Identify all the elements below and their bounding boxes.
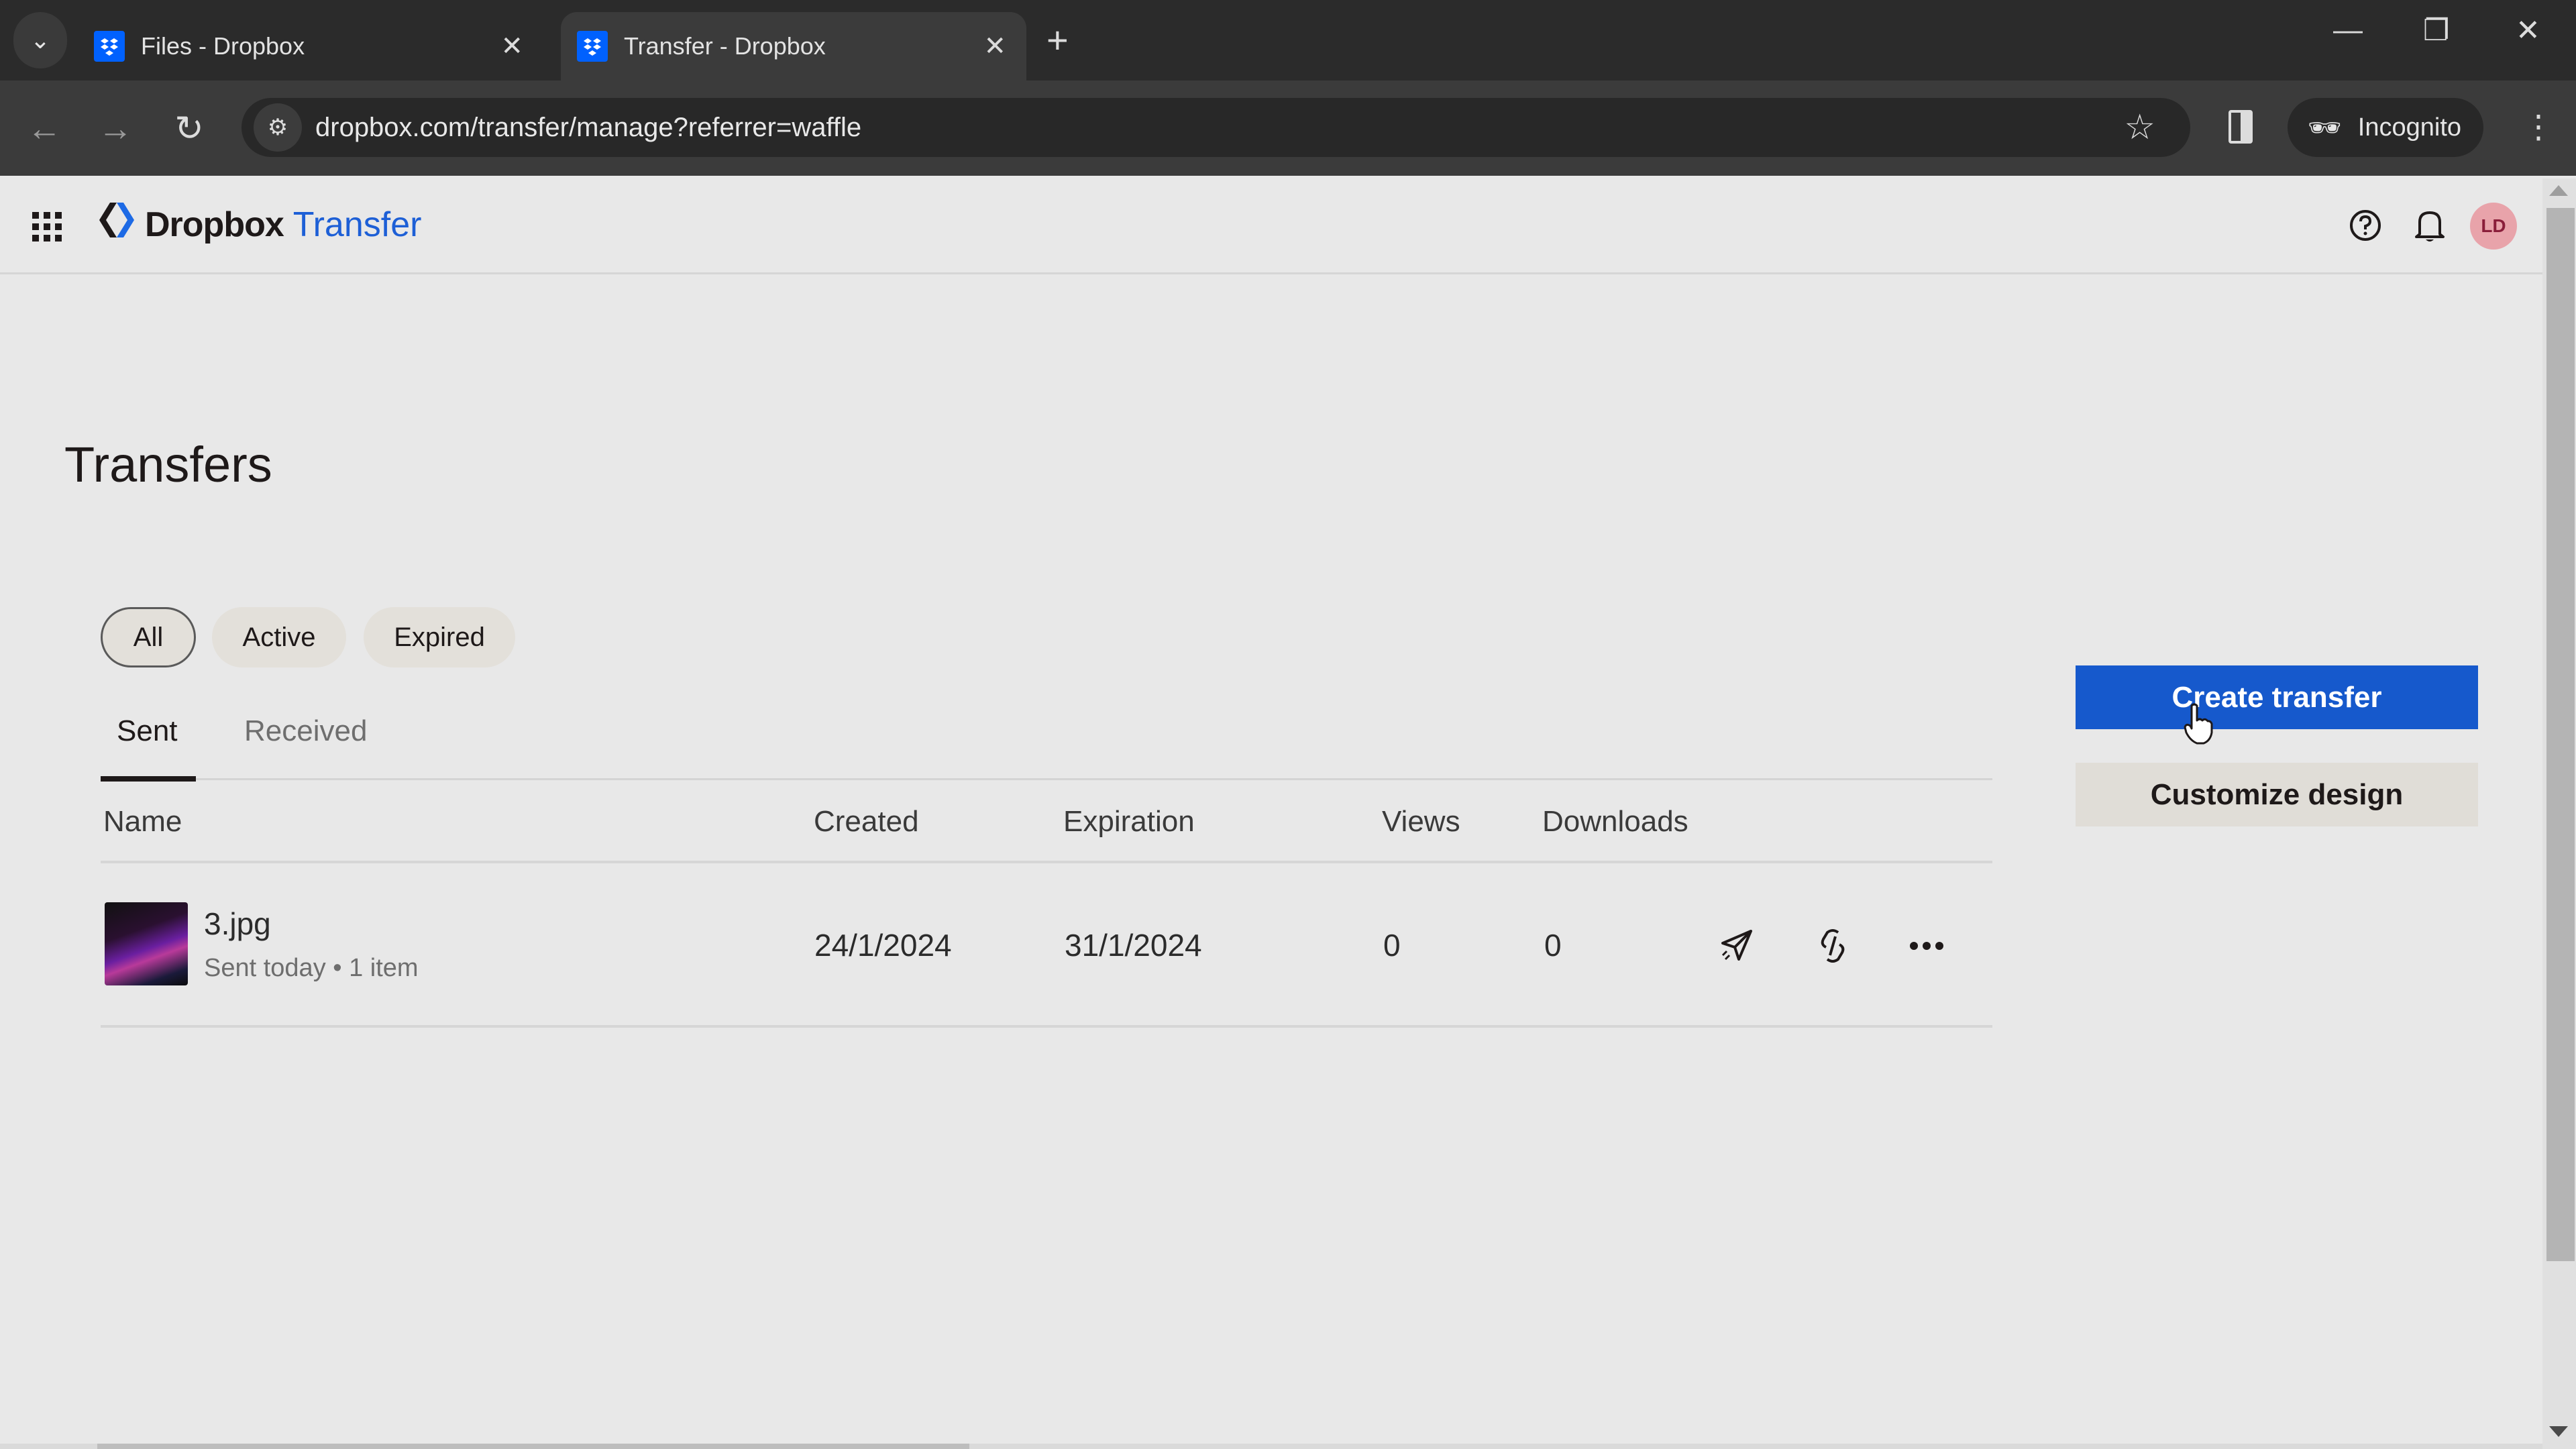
- brand-transfer: Transfer: [292, 205, 422, 244]
- views-count: 0: [1383, 928, 1401, 963]
- forward-button[interactable]: →: [87, 101, 144, 157]
- brand-dropbox: Dropbox: [145, 205, 284, 244]
- vertical-scroll-thumb[interactable]: [2546, 208, 2575, 1261]
- bookmark-star-icon[interactable]: ☆: [2124, 107, 2155, 148]
- create-transfer-button[interactable]: Create transfer: [2076, 665, 2478, 729]
- file-name[interactable]: 3.jpg: [204, 906, 271, 942]
- close-tab-icon[interactable]: ✕: [983, 31, 1006, 62]
- reload-button[interactable]: ↻: [161, 101, 217, 157]
- notifications-button[interactable]: [2410, 205, 2450, 246]
- browser-menu-button[interactable]: ⋮: [2522, 107, 2555, 148]
- horizontal-scroll-thumb[interactable]: [97, 1444, 969, 1449]
- send-icon: [1721, 930, 1752, 961]
- dropbox-transfer-logo[interactable]: Dropbox Transfer: [99, 201, 421, 248]
- mouse-cursor-icon: [2184, 703, 2213, 749]
- kebab-icon: ⋮: [2522, 109, 2555, 145]
- link-icon: [1821, 929, 1845, 963]
- column-header-created[interactable]: Created: [814, 805, 919, 839]
- dropbox-favicon-icon: [577, 31, 608, 62]
- bell-icon: [2415, 211, 2445, 241]
- restore-button[interactable]: ❐: [2423, 13, 2449, 48]
- close-window-button[interactable]: ✕: [2516, 13, 2540, 48]
- created-date: 24/1/2024: [814, 928, 952, 963]
- downloads-count: 0: [1544, 928, 1562, 963]
- back-button[interactable]: ←: [16, 101, 72, 157]
- browser-tab-files[interactable]: Files - Dropbox ✕: [94, 12, 543, 80]
- dropbox-logo-icon: [99, 201, 134, 248]
- tab-title: Transfer - Dropbox: [624, 32, 826, 60]
- column-header-views[interactable]: Views: [1382, 805, 1460, 839]
- tab-title: Files - Dropbox: [141, 32, 305, 60]
- arrow-left-icon: ←: [27, 109, 62, 148]
- arrow-right-icon: →: [98, 109, 133, 148]
- row-divider: [101, 1025, 1992, 1028]
- more-options-button[interactable]: [1900, 919, 1953, 973]
- site-info-icon[interactable]: ⚙: [254, 103, 302, 152]
- minimize-button[interactable]: —: [2333, 13, 2363, 47]
- close-icon: ✕: [2516, 14, 2540, 47]
- active-tab-indicator: [101, 776, 196, 782]
- restore-icon: ❐: [2423, 14, 2450, 47]
- copy-link-button[interactable]: [1806, 919, 1860, 973]
- reload-icon: ↻: [174, 109, 204, 148]
- column-header-name[interactable]: Name: [103, 805, 182, 839]
- app-grid-icon[interactable]: [32, 212, 62, 241]
- tab-sent[interactable]: Sent: [117, 714, 178, 748]
- column-header-expiration[interactable]: Expiration: [1063, 805, 1195, 839]
- close-tab-icon[interactable]: ✕: [500, 31, 523, 62]
- plus-icon: +: [1046, 19, 1069, 61]
- tab-received[interactable]: Received: [244, 714, 367, 748]
- chevron-down-icon: ⌄: [30, 26, 51, 54]
- customize-design-button[interactable]: Customize design: [2076, 763, 2478, 826]
- scroll-up-arrow-icon[interactable]: [2549, 185, 2568, 196]
- file-subtitle: Sent today • 1 item: [204, 954, 419, 982]
- expiration-date: 31/1/2024: [1065, 928, 1202, 963]
- minimize-icon: —: [2333, 13, 2363, 46]
- scroll-down-arrow-icon[interactable]: [2549, 1426, 2568, 1437]
- file-thumbnail: [105, 902, 188, 985]
- incognito-indicator[interactable]: 🕶 Incognito: [2288, 98, 2483, 157]
- url-text[interactable]: dropbox.com/transfer/manage?referrer=waf…: [315, 98, 861, 157]
- page-title: Transfers: [64, 437, 272, 492]
- help-button[interactable]: [2345, 205, 2385, 246]
- filter-chip-all[interactable]: All: [101, 607, 196, 667]
- dropbox-favicon-icon: [94, 31, 125, 62]
- address-bar[interactable]: ⚙ dropbox.com/transfer/manage?referrer=w…: [241, 98, 2190, 157]
- more-icon: [1910, 942, 1943, 950]
- help-icon: [2350, 210, 2381, 241]
- column-header-downloads[interactable]: Downloads: [1542, 805, 1688, 839]
- filter-chip-active[interactable]: Active: [212, 607, 346, 667]
- table-row[interactable]: [101, 863, 1992, 1026]
- browser-tab-transfer[interactable]: Transfer - Dropbox ✕: [561, 12, 1026, 80]
- tabs-divider: [101, 778, 1992, 780]
- filter-chip-expired[interactable]: Expired: [364, 607, 515, 667]
- send-button[interactable]: [1709, 919, 1763, 973]
- incognito-icon: 🕶: [2308, 113, 2342, 143]
- incognito-label: Incognito: [2357, 113, 2462, 142]
- new-tab-button[interactable]: +: [1046, 16, 1069, 64]
- tab-search-button[interactable]: ⌄: [13, 12, 67, 68]
- side-panel-icon[interactable]: [2229, 110, 2253, 144]
- user-avatar[interactable]: LD: [2470, 203, 2517, 250]
